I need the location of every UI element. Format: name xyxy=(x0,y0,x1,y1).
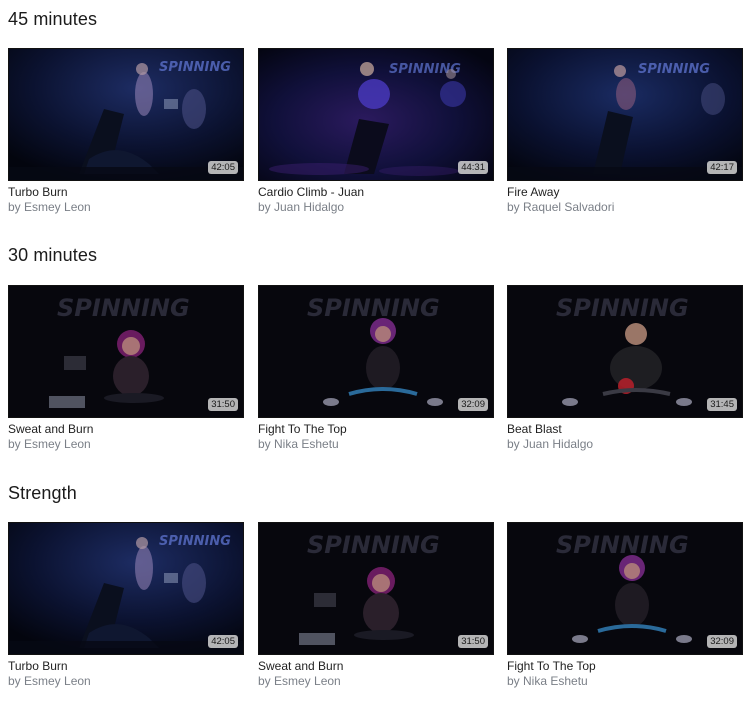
video-author: by Nika Eshetu xyxy=(258,437,339,451)
video-title[interactable]: Sweat and Burn xyxy=(258,659,494,673)
video-thumbnail[interactable]: SPINNING 31:45 xyxy=(507,285,743,418)
video-author: by Raquel Salvadori xyxy=(507,200,615,214)
video-thumbnail[interactable]: SPINNING 44:31 xyxy=(258,48,494,181)
video-card-turbo-burn[interactable]: SPINNING 42:05 Turbo Burn by Esmey Leon xyxy=(8,48,244,214)
video-title[interactable]: Cardio Climb - Juan xyxy=(258,185,494,199)
video-author: by Esmey Leon xyxy=(258,674,341,688)
video-author: by Esmey Leon xyxy=(8,674,91,688)
duration-badge: 42:05 xyxy=(208,161,238,174)
video-author: by Nika Eshetu xyxy=(507,674,588,688)
video-card-fight-to-the-top[interactable]: SPINNING 32:09 Fight To The Top by Nika … xyxy=(258,285,494,451)
svg-text:SPINNING: SPINNING xyxy=(307,294,440,322)
video-card-sweat-and-burn[interactable]: SPINNING 31:50 Sweat and Burn by Esmey L… xyxy=(8,285,244,451)
video-title[interactable]: Beat Blast xyxy=(507,422,743,436)
video-title[interactable]: Turbo Burn xyxy=(8,185,244,199)
duration-badge: 31:50 xyxy=(458,635,488,648)
section-title-45-minutes: 45 minutes xyxy=(8,9,98,29)
video-card-fire-away[interactable]: SPINNING 42:17 Fire Away by Raquel Salva… xyxy=(507,48,743,214)
section-title-30-minutes: 30 minutes xyxy=(8,245,98,265)
video-thumbnail[interactable]: SPINNING 31:50 xyxy=(8,285,244,418)
video-author: by Juan Hidalgo xyxy=(507,437,594,451)
svg-text:SPINNING: SPINNING xyxy=(159,60,231,75)
svg-text:SPINNING: SPINNING xyxy=(57,294,190,322)
svg-text:SPINNING: SPINNING xyxy=(556,531,689,559)
video-thumbnail[interactable]: SPINNING 42:05 xyxy=(8,522,244,655)
video-thumbnail[interactable]: SPINNING 32:09 xyxy=(507,522,743,655)
video-title[interactable]: Fire Away xyxy=(507,185,743,199)
svg-text:SPINNING: SPINNING xyxy=(638,62,710,77)
video-thumbnail[interactable]: SPINNING 42:17 xyxy=(507,48,743,181)
svg-text:SPINNING: SPINNING xyxy=(556,294,689,322)
section-title-strength: Strength xyxy=(8,483,77,503)
video-card-sweat-and-burn-strength[interactable]: SPINNING 31:50 Sweat and Burn by Esmey L… xyxy=(258,522,494,688)
video-title[interactable]: Fight To The Top xyxy=(258,422,494,436)
video-title[interactable]: Fight To The Top xyxy=(507,659,743,673)
duration-badge: 31:50 xyxy=(208,398,238,411)
video-thumbnail[interactable]: SPINNING 31:50 xyxy=(258,522,494,655)
video-card-turbo-burn-strength[interactable]: SPINNING 42:05 Turbo Burn by Esmey Leon xyxy=(8,522,244,688)
video-title[interactable]: Turbo Burn xyxy=(8,659,244,673)
video-thumbnail[interactable]: SPINNING 42:05 xyxy=(8,48,244,181)
duration-badge: 32:09 xyxy=(707,635,737,648)
duration-badge: 44:31 xyxy=(458,161,488,174)
video-thumbnail[interactable]: SPINNING 32:09 xyxy=(258,285,494,418)
video-author: by Esmey Leon xyxy=(8,200,91,214)
video-card-fight-to-the-top-strength[interactable]: SPINNING 32:09 Fight To The Top by Nika … xyxy=(507,522,743,688)
video-card-beat-blast[interactable]: SPINNING 31:45 Beat Blast by Juan Hidalg… xyxy=(507,285,743,451)
video-author: by Esmey Leon xyxy=(8,437,91,451)
video-title[interactable]: Sweat and Burn xyxy=(8,422,244,436)
duration-badge: 32:09 xyxy=(458,398,488,411)
duration-badge: 42:17 xyxy=(707,161,737,174)
duration-badge: 31:45 xyxy=(707,398,737,411)
svg-text:SPINNING: SPINNING xyxy=(159,534,231,549)
video-author: by Juan Hidalgo xyxy=(258,200,345,214)
svg-text:SPINNING: SPINNING xyxy=(307,531,440,559)
video-card-cardio-climb-juan[interactable]: SPINNING 44:31 Cardio Climb - Juan by Ju… xyxy=(258,48,494,214)
duration-badge: 42:05 xyxy=(208,635,238,648)
